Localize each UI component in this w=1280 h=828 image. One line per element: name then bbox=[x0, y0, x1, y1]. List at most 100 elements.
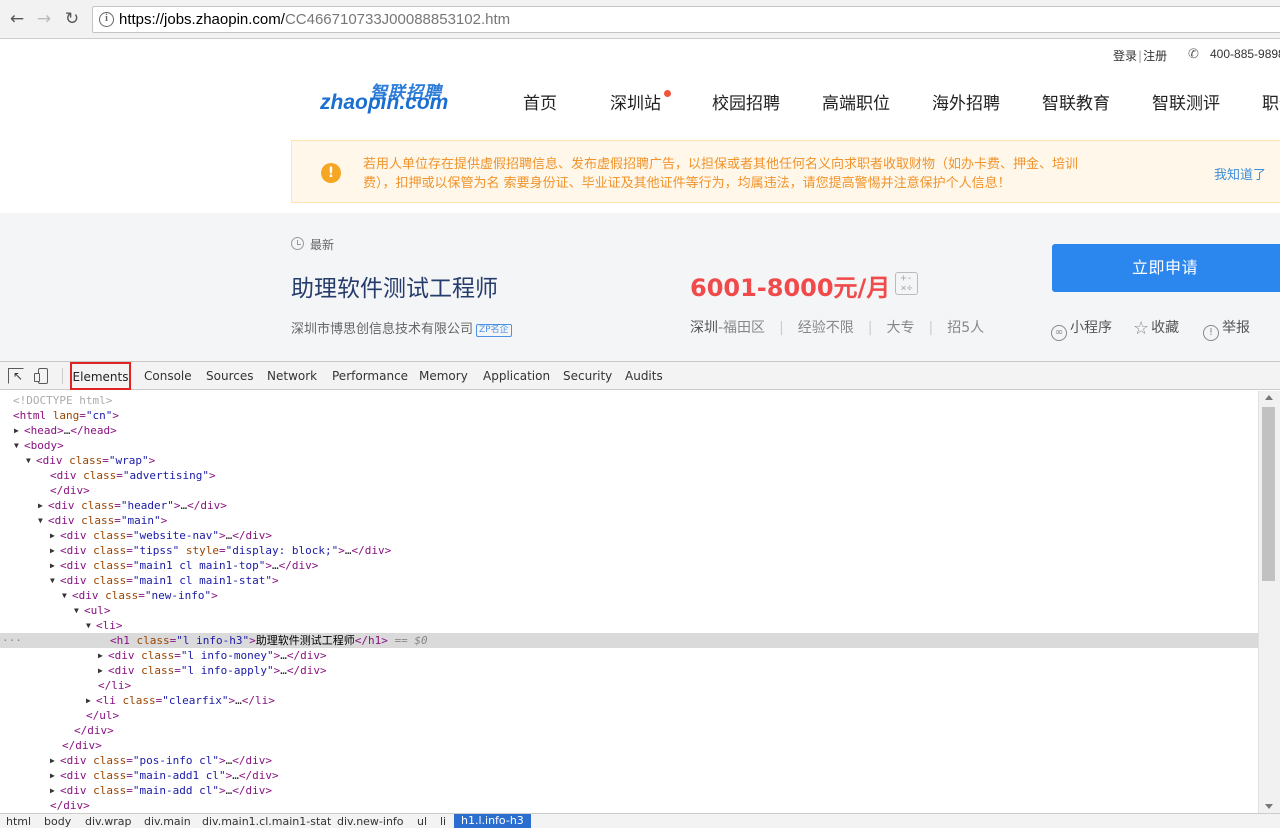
crumb-h1[interactable]: h1.l.info-h3 bbox=[454, 814, 531, 828]
login-link[interactable]: 登录 bbox=[1113, 49, 1137, 63]
back-button[interactable]: ← bbox=[7, 9, 27, 29]
dom-node[interactable]: ▶ <div class="website-nav">…</div> bbox=[0, 528, 1258, 543]
dom-node[interactable]: ▶ <div class="header">…</div> bbox=[0, 498, 1258, 513]
calculator-icon[interactable]: +- ×÷ bbox=[895, 272, 918, 295]
dom-node[interactable]: </div> bbox=[0, 723, 1258, 738]
nav-campus[interactable]: 校园招聘 bbox=[712, 89, 780, 114]
dom-node[interactable]: ▶ <div class="main-add cl">…</div> bbox=[0, 783, 1258, 798]
crumb-body[interactable]: body bbox=[44, 815, 71, 828]
dom-node-selected[interactable]: ··· <h1 class="l info-h3">助理软件测试工程师</h1> … bbox=[0, 633, 1258, 648]
zhaopin-logo[interactable]: 智联招聘 zhaopin.com bbox=[320, 78, 448, 124]
company-badge: ZP名企 bbox=[476, 324, 512, 337]
salary: 6001-8000元/月 bbox=[690, 274, 891, 302]
dom-node[interactable]: ▶ <head>…</head> bbox=[0, 423, 1258, 438]
divider bbox=[62, 368, 63, 384]
login-register: 登录|注册 bbox=[1113, 49, 1168, 63]
scroll-down-arrow[interactable] bbox=[1265, 804, 1273, 809]
dom-node[interactable]: ▼ <body> bbox=[0, 438, 1258, 453]
crumb-main[interactable]: div.main bbox=[144, 815, 191, 828]
status-label: 最新 bbox=[310, 238, 335, 252]
tab-sources[interactable]: Sources bbox=[206, 369, 253, 383]
breadcrumb: html body div.wrap div.main div.main1.cl… bbox=[0, 813, 1280, 828]
dom-node[interactable]: ▶ <div class="main-add1 cl">…</div> bbox=[0, 768, 1258, 783]
address-bar[interactable]: i https://jobs.zhaopin.com/CC466710733J0… bbox=[92, 6, 1280, 33]
job-summary: 最新 助理软件测试工程师 6001-8000元/月 +- ×÷ 深圳市博思创信息技… bbox=[0, 213, 1280, 361]
dom-scrollbar[interactable] bbox=[1258, 391, 1280, 813]
dom-node[interactable]: ▶ <div class="l info-apply">…</div> bbox=[0, 663, 1258, 678]
crumb-main1[interactable]: div.main1.cl.main1-stat bbox=[202, 815, 331, 828]
crumb-ul[interactable]: ul bbox=[417, 815, 427, 828]
device-toolbar-icon[interactable] bbox=[34, 368, 49, 385]
devtools-panel: Elements Console Sources Network Perform… bbox=[0, 361, 1280, 828]
report-icon: ! bbox=[1203, 325, 1219, 341]
job-experience: 经验不限 bbox=[797, 320, 854, 336]
dom-node[interactable]: </div> bbox=[0, 738, 1258, 753]
dom-node[interactable]: <html lang="cn"> bbox=[0, 408, 1258, 423]
dom-node[interactable]: <!DOCTYPE html> bbox=[0, 393, 1258, 408]
crumb-new-info[interactable]: div.new-info bbox=[337, 815, 404, 828]
crumb-wrap[interactable]: div.wrap bbox=[85, 815, 131, 828]
miniprogram-button[interactable]: ∞ 小程序 bbox=[1051, 317, 1112, 341]
company-name[interactable]: 深圳市博思创信息技术有限公司 ZP名企 bbox=[291, 318, 512, 337]
clock-icon bbox=[291, 237, 304, 250]
dom-node[interactable]: ▼ <div class="main1 cl main1-stat"> bbox=[0, 573, 1258, 588]
dom-node[interactable]: ▼ <div class="wrap"> bbox=[0, 453, 1258, 468]
dom-node[interactable]: </div> bbox=[0, 483, 1258, 498]
nav-shenzhen[interactable]: 深圳站 bbox=[610, 89, 661, 114]
tab-network[interactable]: Network bbox=[267, 369, 317, 383]
tab-memory[interactable]: Memory bbox=[419, 369, 468, 383]
dom-node[interactable]: ▼ <ul> bbox=[0, 603, 1258, 618]
nav-senior[interactable]: 高端职位 bbox=[822, 89, 890, 114]
star-icon: ☆ bbox=[1133, 318, 1150, 339]
dom-node[interactable]: ▶ <div class="l info-money">…</div> bbox=[0, 648, 1258, 663]
nav-home[interactable]: 首页 bbox=[523, 89, 557, 114]
dom-node[interactable]: ▶ <div class="pos-info cl">…</div> bbox=[0, 753, 1258, 768]
dom-node[interactable]: </div> bbox=[0, 798, 1258, 813]
dom-node[interactable]: ▼ <div class="new-info"> bbox=[0, 588, 1258, 603]
warning-text: 若用人单位存在提供虚假招聘信息、发布虚假招聘广告，以担保或者其他任何名义向求职者… bbox=[363, 157, 1079, 191]
job-education: 大专 bbox=[886, 320, 915, 336]
dom-node[interactable]: ▼ <div class="main"> bbox=[0, 513, 1258, 528]
new-dot bbox=[664, 90, 671, 97]
link-icon: ∞ bbox=[1051, 325, 1067, 341]
report-button[interactable]: ! 举报 bbox=[1203, 317, 1250, 341]
tab-console[interactable]: Console bbox=[144, 369, 192, 383]
tab-performance[interactable]: Performance bbox=[332, 369, 408, 383]
scroll-up-arrow[interactable] bbox=[1265, 395, 1273, 400]
tab-application[interactable]: Application bbox=[483, 369, 550, 383]
tab-elements[interactable]: Elements bbox=[70, 362, 131, 390]
tab-security[interactable]: Security bbox=[563, 369, 612, 383]
dom-tree[interactable]: <!DOCTYPE html> <html lang="cn"> ▶ <head>… bbox=[0, 391, 1258, 813]
info-icon[interactable]: i bbox=[99, 12, 114, 27]
dom-node[interactable]: ▶ <div class="main1 cl main1-top">…</div> bbox=[0, 558, 1258, 573]
nav-jobs[interactable]: 职位 bbox=[1262, 89, 1280, 114]
nav-overseas[interactable]: 海外招聘 bbox=[932, 89, 1000, 114]
inspect-icon[interactable] bbox=[8, 368, 24, 384]
dom-node[interactable]: </ul> bbox=[0, 708, 1258, 723]
nav-assessment[interactable]: 智联测评 bbox=[1152, 89, 1220, 114]
job-title: 助理软件测试工程师 bbox=[291, 276, 498, 302]
browser-toolbar: ← → ↻ i https://jobs.zhaopin.com/CC46671… bbox=[0, 0, 1280, 39]
job-meta: 深圳-福田区 | 经验不限 | 大专 | 招5人 bbox=[690, 320, 985, 336]
nav-education[interactable]: 智联教育 bbox=[1042, 89, 1110, 114]
devtools-tabbar: Elements Console Sources Network Perform… bbox=[0, 362, 1280, 390]
crumb-li[interactable]: li bbox=[440, 815, 446, 828]
tab-audits[interactable]: Audits bbox=[625, 369, 663, 383]
dom-node[interactable]: <div class="advertising"> bbox=[0, 468, 1258, 483]
dom-node[interactable]: ▶ <li class="clearfix">…</li> bbox=[0, 693, 1258, 708]
crumb-html[interactable]: html bbox=[6, 815, 31, 828]
web-page: 登录|注册 ✆ 400-885-9898 智联招聘 zhaopin.com 首页… bbox=[0, 40, 1280, 361]
favorite-button[interactable]: ☆ 收藏 bbox=[1133, 317, 1179, 339]
dom-node[interactable]: ▼ <li> bbox=[0, 618, 1258, 633]
register-link[interactable]: 注册 bbox=[1143, 49, 1167, 63]
scroll-thumb[interactable] bbox=[1262, 407, 1275, 581]
reload-button[interactable]: ↻ bbox=[62, 9, 82, 29]
url-text[interactable]: https://jobs.zhaopin.com/CC466710733J000… bbox=[119, 10, 510, 29]
warning-icon: ! bbox=[321, 163, 341, 183]
dom-node[interactable]: ▶ <div class="tipss" style="display: bloc… bbox=[0, 543, 1258, 558]
dismiss-link[interactable]: 我知道了 bbox=[1214, 164, 1266, 183]
dom-node[interactable]: </li> bbox=[0, 678, 1258, 693]
forward-button[interactable]: → bbox=[34, 9, 54, 29]
apply-button[interactable]: 立即申请 bbox=[1052, 244, 1280, 292]
job-city: 深圳 bbox=[690, 320, 718, 336]
